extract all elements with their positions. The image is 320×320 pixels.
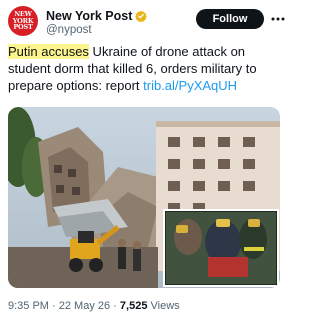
avatar-logo-line: POST	[13, 23, 33, 31]
meta-separator: ·	[48, 300, 59, 312]
tweet-card: NEW YORK POST New York Post @nypost Foll…	[0, 0, 290, 320]
tweet-time[interactable]: 9:35 PM	[8, 300, 49, 312]
highlighted-text: Putin accuses	[8, 44, 89, 59]
follow-button[interactable]: Follow	[196, 9, 264, 29]
display-name[interactable]: New York Post	[46, 9, 132, 23]
tweet-link[interactable]: trib.al/PyXAqUH	[143, 78, 237, 93]
tweet-meta: 9:35 PM · 22 May 26 · 7,525 Views	[8, 300, 180, 312]
more-options-button[interactable]	[270, 9, 286, 29]
tweet-media-image[interactable]	[8, 107, 280, 288]
avatar[interactable]: NEW YORK POST	[8, 6, 38, 36]
name-row: New York Post	[46, 8, 148, 23]
views-label: Views	[147, 300, 180, 312]
tweet-text: Putin accuses Ukraine of drone attack on…	[8, 43, 286, 94]
destroyed-building-photo	[8, 107, 280, 288]
meta-separator: ·	[110, 300, 120, 312]
verified-badge-icon	[135, 10, 148, 22]
more-options-icon	[271, 17, 285, 21]
views-count[interactable]: 7,525	[120, 300, 148, 312]
user-handle[interactable]: @nypost	[46, 24, 92, 36]
tweet-date[interactable]: 22 May 26	[59, 300, 110, 312]
